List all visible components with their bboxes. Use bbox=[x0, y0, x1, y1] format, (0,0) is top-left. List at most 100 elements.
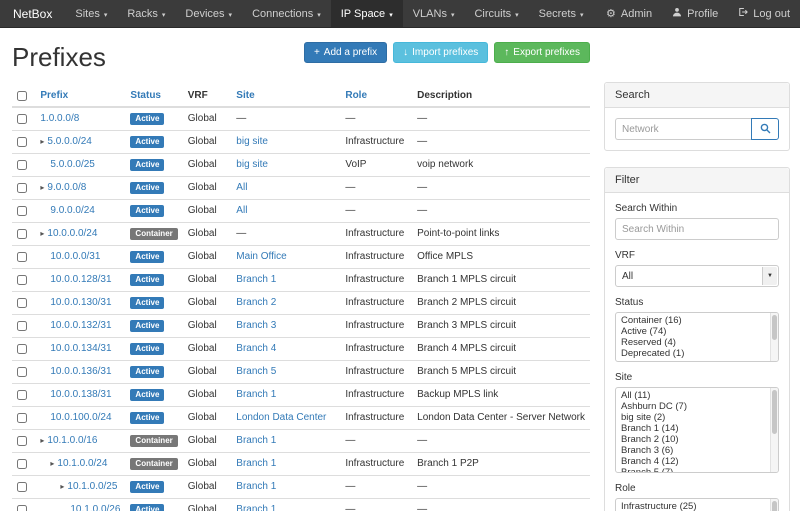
prefix-link[interactable]: 5.0.0.0/24 bbox=[47, 136, 91, 147]
site-link[interactable]: Branch 1 bbox=[236, 389, 276, 400]
export-prefixes-button[interactable]: ↑Export prefixes bbox=[494, 42, 590, 63]
row-checkbox[interactable] bbox=[17, 367, 27, 377]
nav-item-devices[interactable]: Devices▾ bbox=[175, 0, 242, 27]
listbox-option[interactable]: Ashburn DC (7) bbox=[616, 401, 778, 412]
site-link[interactable]: big site bbox=[236, 136, 268, 147]
column-header-role[interactable]: Role bbox=[340, 85, 412, 107]
listbox-option[interactable]: Infrastructure (25) bbox=[616, 501, 778, 511]
listbox-option[interactable]: Active (74) bbox=[616, 326, 778, 337]
prefix-link[interactable]: 1.0.0.0/8 bbox=[40, 113, 79, 124]
site-link[interactable]: Branch 1 bbox=[236, 504, 276, 511]
row-checkbox[interactable] bbox=[17, 344, 27, 354]
listbox-option[interactable]: All (11) bbox=[616, 390, 778, 401]
brand-link[interactable]: NetBox bbox=[0, 0, 65, 27]
listbox-option[interactable]: Reserved (4) bbox=[616, 337, 778, 348]
site-link[interactable]: Branch 1 bbox=[236, 458, 276, 469]
row-checkbox[interactable] bbox=[17, 459, 27, 469]
expand-toggle-icon[interactable]: ▸ bbox=[40, 183, 44, 192]
column-header-status[interactable]: Status bbox=[125, 85, 182, 107]
prefix-link[interactable]: 10.1.0.0/24 bbox=[57, 458, 107, 469]
nav-item-secrets[interactable]: Secrets▾ bbox=[529, 0, 594, 27]
vrf-select[interactable]: All▼ bbox=[615, 265, 779, 287]
row-checkbox[interactable] bbox=[17, 160, 27, 170]
row-checkbox[interactable] bbox=[17, 183, 27, 193]
profile-link[interactable]: Profile bbox=[662, 0, 728, 27]
prefix-link[interactable]: 10.0.0.128/31 bbox=[50, 274, 111, 285]
prefix-link[interactable]: 10.1.0.0/25 bbox=[67, 481, 117, 492]
listbox-option[interactable]: Branch 2 (10) bbox=[616, 434, 778, 445]
site-link[interactable]: Branch 4 bbox=[236, 343, 276, 354]
nav-item-connections[interactable]: Connections▾ bbox=[242, 0, 331, 27]
expand-toggle-icon[interactable]: ▸ bbox=[60, 482, 64, 491]
column-header-prefix[interactable]: Prefix bbox=[35, 85, 125, 107]
site-link[interactable]: Branch 1 bbox=[236, 481, 276, 492]
prefix-link[interactable]: 10.1.0.0/16 bbox=[47, 435, 97, 446]
scrollbar-thumb[interactable] bbox=[772, 315, 777, 340]
prefix-link[interactable]: 10.0.0.132/31 bbox=[50, 320, 111, 331]
prefix-link[interactable]: 10.0.0.0/31 bbox=[50, 251, 100, 262]
add-prefix-button[interactable]: +Add a prefix bbox=[304, 42, 387, 63]
site-link[interactable]: London Data Center bbox=[236, 412, 326, 423]
row-checkbox[interactable] bbox=[17, 275, 27, 285]
row-checkbox[interactable] bbox=[17, 137, 27, 147]
listbox-option[interactable]: Container (16) bbox=[616, 315, 778, 326]
nav-item-vlans[interactable]: VLANs▾ bbox=[403, 0, 465, 27]
listbox-option[interactable]: big site (2) bbox=[616, 412, 778, 423]
prefix-link[interactable]: 10.1.0.0/26 bbox=[70, 504, 120, 511]
prefix-link[interactable]: 5.0.0.0/25 bbox=[50, 159, 94, 170]
row-checkbox[interactable] bbox=[17, 436, 27, 446]
row-checkbox[interactable] bbox=[17, 206, 27, 216]
prefix-link[interactable]: 9.0.0.0/8 bbox=[47, 182, 86, 193]
prefix-link[interactable]: 10.0.0.134/31 bbox=[50, 343, 111, 354]
expand-toggle-icon[interactable]: ▸ bbox=[50, 459, 54, 468]
select-all-checkbox[interactable] bbox=[17, 91, 27, 101]
admin-link[interactable]: ⚙Admin bbox=[596, 0, 662, 27]
filter-panel: Filter Search WithinVRFAll▼StatusContain… bbox=[604, 167, 790, 511]
listbox-option[interactable]: Deprecated (1) bbox=[616, 348, 778, 359]
row-checkbox[interactable] bbox=[17, 505, 27, 511]
nav-item-ip-space[interactable]: IP Space▾ bbox=[331, 0, 403, 27]
site-link[interactable]: Branch 1 bbox=[236, 435, 276, 446]
prefix-link[interactable]: 10.0.0.130/31 bbox=[50, 297, 111, 308]
row-checkbox[interactable] bbox=[17, 413, 27, 423]
site-link[interactable]: Branch 5 bbox=[236, 366, 276, 377]
site-link[interactable]: Branch 3 bbox=[236, 320, 276, 331]
nav-item-sites[interactable]: Sites▾ bbox=[65, 0, 117, 27]
row-checkbox[interactable] bbox=[17, 229, 27, 239]
row-checkbox[interactable] bbox=[17, 114, 27, 124]
site-link[interactable]: Main Office bbox=[236, 251, 286, 262]
expand-toggle-icon[interactable]: ▸ bbox=[40, 137, 44, 146]
site-link[interactable]: Branch 1 bbox=[236, 274, 276, 285]
expand-toggle-icon[interactable]: ▸ bbox=[40, 229, 44, 238]
row-checkbox[interactable] bbox=[17, 298, 27, 308]
listbox-option[interactable]: Branch 1 (14) bbox=[616, 423, 778, 434]
site-link[interactable]: Branch 2 bbox=[236, 297, 276, 308]
prefix-link[interactable]: 10.0.0.138/31 bbox=[50, 389, 111, 400]
listbox-option[interactable]: Branch 5 (7) bbox=[616, 467, 778, 473]
import-prefixes-button[interactable]: ↓Import prefixes bbox=[393, 42, 488, 63]
scrollbar-thumb[interactable] bbox=[772, 390, 777, 434]
search-within-input[interactable] bbox=[615, 218, 779, 240]
column-header-site[interactable]: Site bbox=[231, 85, 340, 107]
prefix-link[interactable]: 10.0.100.0/24 bbox=[50, 412, 111, 423]
prefix-link[interactable]: 10.0.0.136/31 bbox=[50, 366, 111, 377]
scrollbar-thumb[interactable] bbox=[772, 501, 777, 511]
row-checkbox[interactable] bbox=[17, 252, 27, 262]
site-link[interactable]: big site bbox=[236, 159, 268, 170]
prefix-link[interactable]: 9.0.0.0/24 bbox=[50, 205, 94, 216]
site-link[interactable]: All bbox=[236, 182, 247, 193]
nav-item-racks[interactable]: Racks▾ bbox=[117, 0, 175, 27]
expand-toggle-icon[interactable]: ▸ bbox=[40, 436, 44, 445]
search-button[interactable] bbox=[751, 118, 779, 140]
nav-item-circuits[interactable]: Circuits▾ bbox=[464, 0, 528, 27]
row-checkbox[interactable] bbox=[17, 321, 27, 331]
row-checkbox[interactable] bbox=[17, 482, 27, 492]
search-input[interactable] bbox=[615, 118, 751, 140]
description-value: — bbox=[417, 182, 427, 193]
listbox-option[interactable]: Branch 3 (6) bbox=[616, 445, 778, 456]
log-out-link[interactable]: Log out bbox=[728, 0, 800, 27]
listbox-option[interactable]: Branch 4 (12) bbox=[616, 456, 778, 467]
prefix-link[interactable]: 10.0.0.0/24 bbox=[47, 228, 97, 239]
row-checkbox[interactable] bbox=[17, 390, 27, 400]
site-link[interactable]: All bbox=[236, 205, 247, 216]
